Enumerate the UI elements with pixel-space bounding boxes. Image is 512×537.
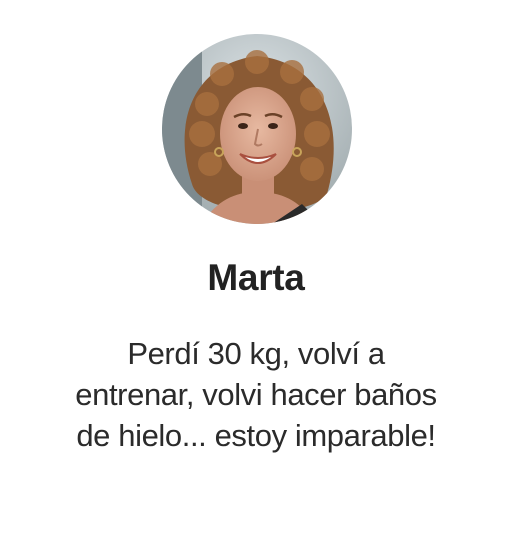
quote-line: de hielo... estoy imparable!: [76, 418, 436, 453]
testimonial-quote: Perdí 30 kg, volví a entrenar, volvi hac…: [30, 333, 482, 456]
quote-line: Perdí 30 kg, volví a: [127, 336, 385, 371]
testimonial-card: Marta Perdí 30 kg, volví a entrenar, vol…: [0, 0, 512, 537]
avatar-photo: [162, 34, 352, 224]
testimonial-name: Marta: [207, 257, 305, 298]
quote-line: entrenar, volvi hacer baños: [75, 377, 437, 412]
avatar: [162, 34, 352, 224]
